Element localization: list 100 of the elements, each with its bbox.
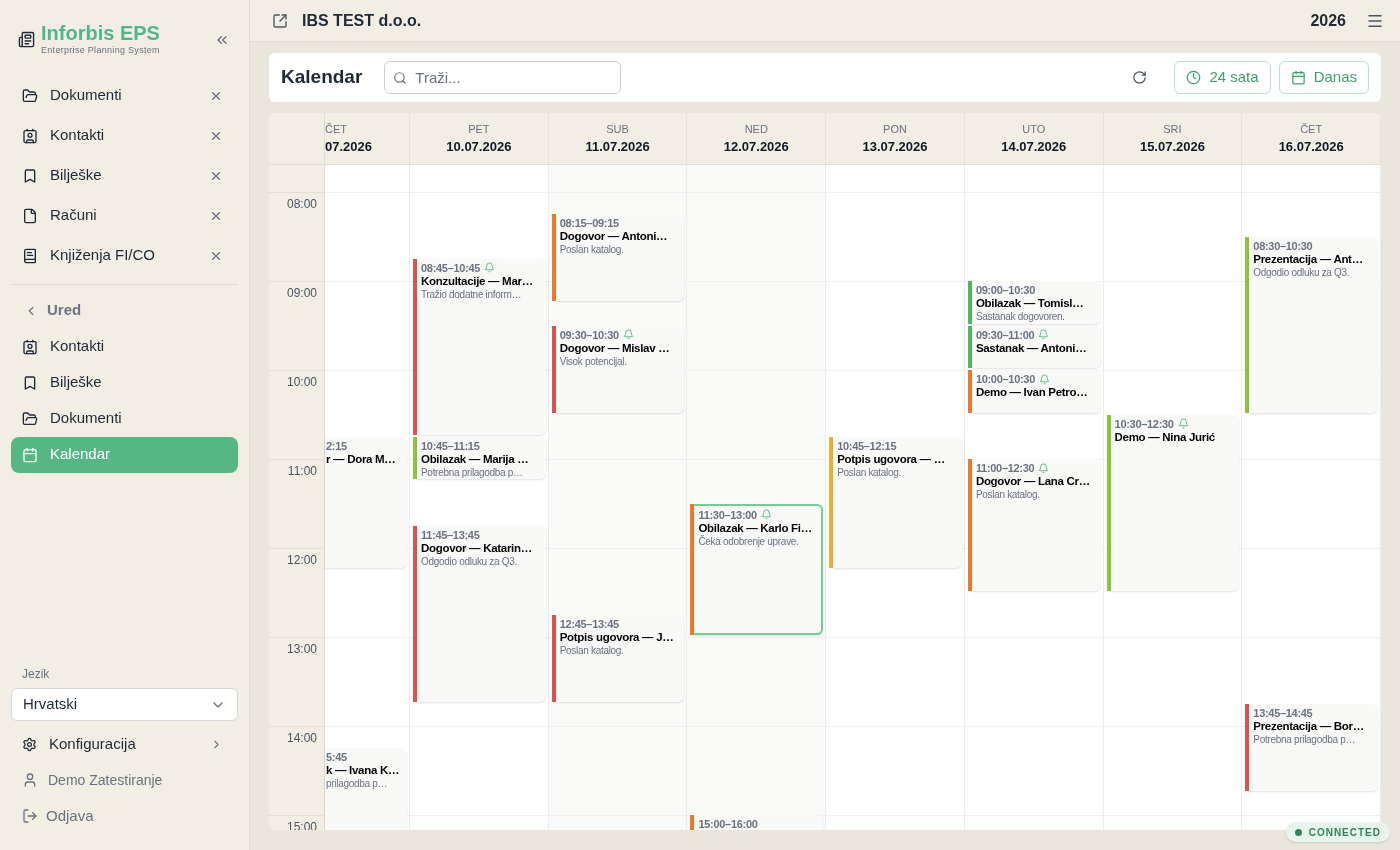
logout-icon xyxy=(22,808,38,824)
weekday-label: UTO xyxy=(1022,121,1046,137)
date-label: 12.07.2026 xyxy=(723,138,789,156)
event-time: 09:30–11:00 xyxy=(975,328,1035,341)
search-field[interactable]: Traži... xyxy=(384,61,622,94)
event-card[interactable]: 08:15–09:15 Dogovor — Antoni… Poslan katalog. xyxy=(555,214,685,302)
nav-item[interactable]: Kontakti xyxy=(11,328,238,365)
event-time: 08:30–10:30 xyxy=(1253,239,1313,252)
logout-link[interactable]: Odjava xyxy=(11,798,238,834)
open-tab[interactable]: Bilješke xyxy=(11,155,238,196)
open-tab[interactable]: Kontakti xyxy=(11,115,238,156)
calendar-icon xyxy=(1290,70,1306,85)
event-card[interactable]: 12:45–13:45 Potpis ugovora — J… Poslan katalog. xyxy=(555,614,685,702)
bookmark-icon xyxy=(22,167,38,184)
event-card[interactable]: 09:00–10:30 Obilazak — Tomisl… Sastanak dogovoren. xyxy=(971,281,1101,324)
event-title: Obilazak — Karlo Fi… xyxy=(698,520,813,535)
event-note: Poslan katalog. xyxy=(559,643,625,657)
event-time: 11:30–13:00 xyxy=(698,508,757,521)
date-label: 07.2026 xyxy=(325,138,372,156)
open-tab[interactable]: Knjiženja FI/CO xyxy=(11,235,238,276)
event-time: 12:45–13:45 xyxy=(559,617,619,630)
event-card[interactable]: 10:45–11:15 Obilazak — Marija … Potrebna prilagodba p… xyxy=(417,436,546,480)
event-title: Potpis ugovora — J… xyxy=(559,629,675,644)
logo-icon xyxy=(18,31,35,49)
calendar-icon xyxy=(22,446,38,463)
weekday-label: SUB xyxy=(606,121,629,137)
weekday-label: PET xyxy=(468,121,490,137)
event-time: 11:45–13:45 xyxy=(421,528,480,541)
back-link[interactable]: Ured xyxy=(11,292,238,329)
event-card[interactable]: 11:45–13:45 Dogovor — Katarin… Odgodio odluku za Q3. xyxy=(417,525,546,702)
event-time: 09:30–10:30 xyxy=(559,328,619,341)
event-card[interactable]: 15:00–16:00 xyxy=(694,815,824,830)
nav-item[interactable]: Dokumenti xyxy=(11,400,238,437)
event-note: Potrebna prilagodba p… xyxy=(421,465,524,479)
folder-icon xyxy=(22,87,38,104)
event-card[interactable]: 11:00–12:30 Dogovor — Lana Cr… Poslan katalog. xyxy=(971,459,1101,591)
event-time: 08:45–10:45 xyxy=(421,261,481,274)
event-card[interactable]: 10:45–12:15 Potpis ugovora — … Poslan katalog. xyxy=(833,436,962,569)
event-note: Poslan katalog. xyxy=(559,243,625,257)
event-time: 09:00–10:30 xyxy=(975,284,1035,296)
date-label: 11.07.2026 xyxy=(585,138,650,156)
event-card[interactable]: 09:30–11:00 Sastanak — Antoni… xyxy=(971,325,1101,368)
weekday-label: SRI xyxy=(1163,121,1182,137)
language-select[interactable]: Hrvatski xyxy=(11,688,238,721)
date-label: 10.07.2026 xyxy=(446,138,512,156)
clock-icon xyxy=(1186,70,1202,85)
event-note: Odgodio odluku za Q3. xyxy=(1253,265,1351,279)
event-card[interactable]: 2:15 r — Dora M… xyxy=(325,436,407,569)
event-note: Sastanak dogovoren. xyxy=(975,310,1066,323)
contact-card-icon xyxy=(22,127,38,144)
event-title: Prezentacija — Ant… xyxy=(1253,251,1364,266)
event-note: Čeka odobrenje uprave. xyxy=(698,534,800,548)
event-time: 2:15 xyxy=(326,439,347,452)
company-name: IBS TEST d.o.o. xyxy=(302,10,422,31)
event-card[interactable]: 09:30–10:30 Dogovor — Mislav … Visok potencijal. xyxy=(555,325,685,413)
settings-icon xyxy=(22,736,37,752)
config-link[interactable]: Konfiguracija xyxy=(11,726,238,762)
weekday-label: ČET xyxy=(1300,121,1323,137)
weekday-label: PON xyxy=(883,121,907,137)
event-title: Potpis ugovora — … xyxy=(837,451,946,466)
event-title: Prezentacija — Bor… xyxy=(1253,718,1365,733)
app-subtitle: Enterprise Planning System xyxy=(41,44,160,57)
app-title: Inforbis EPS xyxy=(41,22,160,44)
event-card[interactable]: 13:45–14:45 Prezentacija — Bor… Potrebna prilagodba p… xyxy=(1249,703,1379,791)
hour-label: 13:00 xyxy=(286,641,317,658)
book-icon xyxy=(22,247,38,264)
user-icon xyxy=(22,772,38,788)
event-card[interactable]: 10:30–12:30 Demo — Nina Jurić xyxy=(1110,414,1240,591)
folder-icon xyxy=(22,410,38,427)
event-title: k — Ivana K… xyxy=(326,763,401,778)
expand-icon[interactable] xyxy=(272,12,288,29)
event-time: 11:00–12:30 xyxy=(975,462,1035,474)
weekday-label: ČET xyxy=(325,121,347,137)
hour-label: 11:00 xyxy=(287,463,317,480)
event-title: r — Dora M… xyxy=(326,451,397,466)
event-time: 13:45–14:45 xyxy=(1253,706,1313,719)
event-title: Dogovor — Antoni… xyxy=(559,229,669,244)
event-card[interactable]: 08:30–10:30 Prezentacija — Ant… Odgodio odluku za Q3. xyxy=(1249,236,1379,413)
event-card[interactable]: 5:45 k — Ivana K… prilagodba p… xyxy=(325,748,407,830)
refresh-icon[interactable] xyxy=(1132,70,1148,85)
event-title: Konzultacije — Mar… xyxy=(421,273,534,288)
event-time: 15:00–16:00 xyxy=(698,818,758,830)
open-tab[interactable]: Dokumenti xyxy=(11,75,238,116)
weekday-label: NED xyxy=(744,121,768,137)
nav-item[interactable]: Bilješke xyxy=(11,364,238,401)
event-time: 10:45–11:15 xyxy=(421,439,480,452)
event-title: Demo — Ivan Petro… xyxy=(975,385,1089,399)
event-title: Sastanak — Antoni… xyxy=(975,340,1088,355)
date-label: 16.07.2026 xyxy=(1278,138,1344,156)
file-icon xyxy=(22,207,38,224)
connection-status: CONNECTED xyxy=(1285,822,1390,842)
user-name: Demo Zatestiranje xyxy=(48,770,163,790)
hour-label: 12:00 xyxy=(286,552,317,569)
event-note: Odgodio odluku za Q3. xyxy=(421,554,518,568)
event-card[interactable]: 08:45–10:45 Konzultacije — Mar… Tražio dodatne inform… xyxy=(417,258,546,435)
event-card[interactable]: 10:00–10:30 Demo — Ivan Petro… xyxy=(971,370,1101,413)
event-card[interactable]: 11:30–13:00 Obilazak — Karlo Fi… Čeka odobrenje uprave. xyxy=(694,503,824,635)
open-tab[interactable]: Računi xyxy=(11,195,238,236)
event-note: Potrebna prilagodba p… xyxy=(1253,732,1357,746)
event-note: Poslan katalog. xyxy=(837,465,903,479)
